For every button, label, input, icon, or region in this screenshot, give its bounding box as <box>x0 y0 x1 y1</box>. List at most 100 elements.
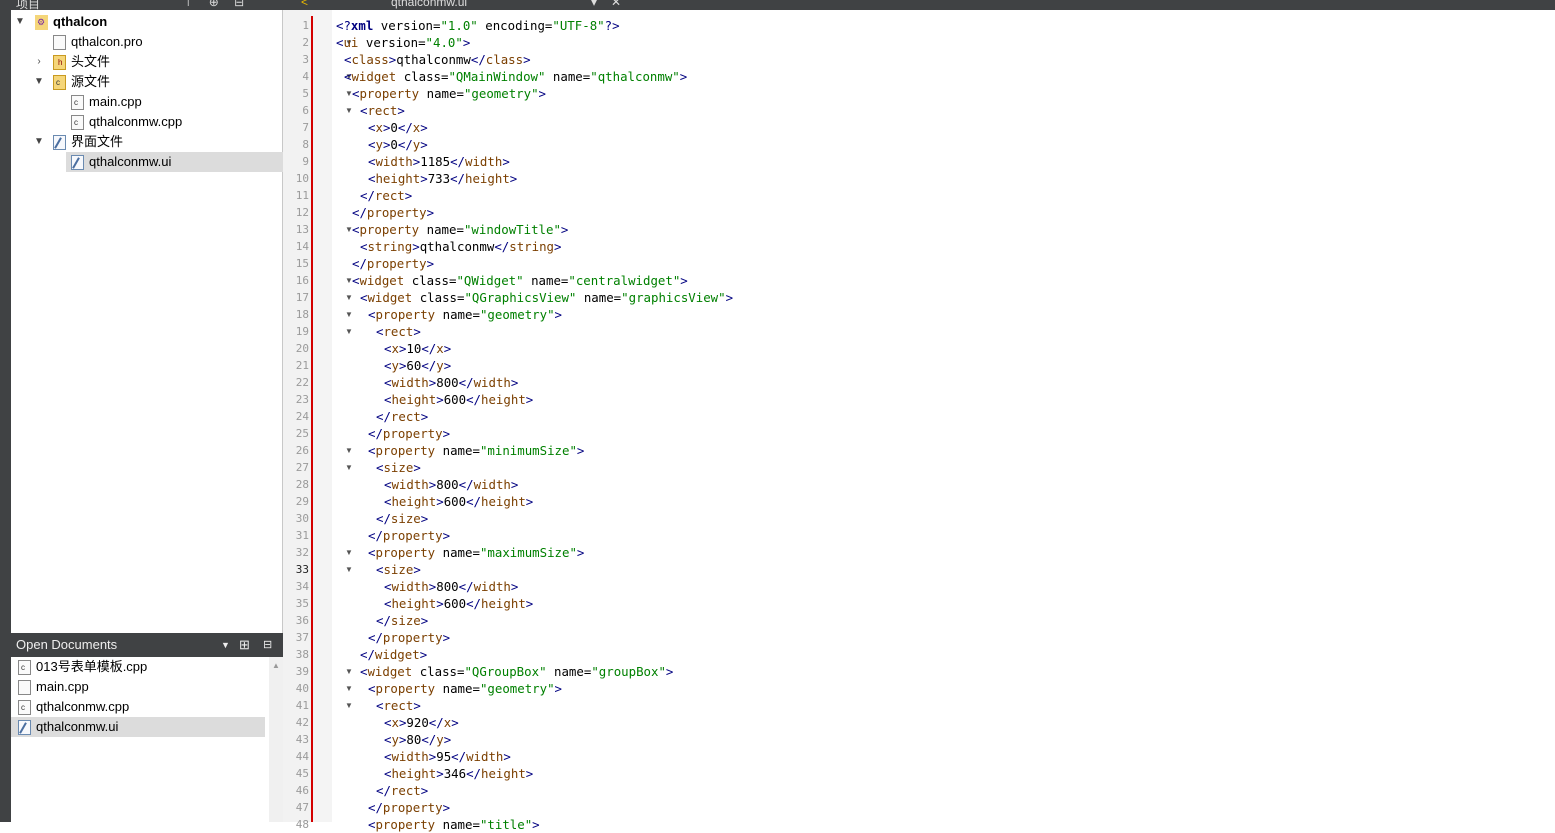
code-line[interactable]: </rect> <box>336 782 428 799</box>
line-number: 21 <box>295 359 309 372</box>
code-line[interactable]: <?xml version="1.0" encoding="UTF-8"?> <box>336 17 620 34</box>
cpp-file-icon <box>71 95 84 111</box>
mode-selector-strip[interactable] <box>0 0 11 822</box>
code-line[interactable]: <size> <box>336 561 421 578</box>
code-line[interactable]: </rect> <box>336 187 412 204</box>
code-line[interactable]: </rect> <box>336 408 428 425</box>
line-number: 6 <box>302 104 309 117</box>
line-number: 7 <box>302 121 309 134</box>
line-number: 22 <box>295 376 309 389</box>
chevron-right-icon[interactable]: › <box>33 52 45 72</box>
header-folder-icon <box>53 55 66 71</box>
code-line[interactable]: </size> <box>336 510 428 527</box>
code-line[interactable]: <class>qthalconmw</class> <box>336 51 531 68</box>
code-line[interactable]: <property name="geometry"> <box>336 680 562 697</box>
code-line[interactable]: </property> <box>336 527 450 544</box>
chevron-down-icon[interactable]: ▼ <box>14 12 26 32</box>
code-line[interactable]: <width>800</width> <box>336 578 518 595</box>
code-line[interactable]: <width>800</width> <box>336 374 518 391</box>
code-line[interactable]: <property name="geometry"> <box>336 85 546 102</box>
back-nav-icon[interactable]: < <box>301 0 308 9</box>
code-line[interactable]: <width>800</width> <box>336 476 518 493</box>
code-line[interactable]: <property name="title"> <box>336 816 540 833</box>
open-document-item[interactable]: main.cpp <box>11 677 265 697</box>
code-line[interactable]: <y>80</y> <box>336 731 451 748</box>
close-icon[interactable]: ✕ <box>611 0 621 9</box>
chevron-down-icon[interactable]: ▼ <box>33 72 45 92</box>
code-line[interactable]: <rect> <box>336 697 421 714</box>
open-document-item[interactable]: qthalconmw.cpp <box>11 697 265 717</box>
code-line[interactable]: <rect> <box>336 323 421 340</box>
line-number-gutter: 1 2 3 4 5 6 7 8 9 10 11 12 13 14 15 16 17 18 19 20 21 22 23 24 2… <box>283 10 312 831</box>
code-line[interactable]: <widget class="QGraphicsView" name="grap… <box>336 289 733 306</box>
code-line[interactable]: </widget> <box>336 646 427 663</box>
code-line[interactable]: <x>10</x> <box>336 340 451 357</box>
code-line[interactable]: <y>60</y> <box>336 357 451 374</box>
code-line[interactable]: <property name="windowTitle"> <box>336 221 568 238</box>
code-line[interactable]: </property> <box>336 799 450 816</box>
line-number: 32 <box>295 546 309 559</box>
line-number: 35 <box>295 597 309 610</box>
line-number: 28 <box>295 478 309 491</box>
code-line[interactable]: <height>600</height> <box>336 391 533 408</box>
tree-item-label: 头文件 <box>71 54 111 69</box>
project-view-label[interactable]: 项目 <box>16 0 40 10</box>
code-line[interactable]: <height>600</height> <box>336 493 533 510</box>
code-line[interactable]: </property> <box>336 204 434 221</box>
line-number: 3 <box>302 53 309 66</box>
line-number: 5 <box>302 87 309 100</box>
tree-item-main-cpp[interactable]: main.cpp <box>71 92 142 112</box>
chevron-down-icon[interactable]: ▼ <box>221 633 230 657</box>
tree-item-mw-cpp[interactable]: qthalconmw.cpp <box>71 112 182 132</box>
tree-item-pro[interactable]: qthalcon.pro <box>53 32 143 52</box>
code-line[interactable]: <y>0</y> <box>336 136 428 153</box>
code-line[interactable]: <x>0</x> <box>336 119 428 136</box>
line-number: 16 <box>295 274 309 287</box>
qt-creator-window: 项目 ⊤ ⊕ ⊟ < qthalconmw.ui ▾ ✕ ▼ qthalcon … <box>0 0 1555 832</box>
code-line[interactable]: <x>920</x> <box>336 714 459 731</box>
line-number: 48 <box>295 818 309 831</box>
code-line[interactable]: </property> <box>336 425 450 442</box>
fold-margin[interactable]: ▼ ▼ ▼ ▼ ▼ ▼ ▼ ▼ ▼ ▼ ▼ ▼ ▼ ▼ ▼ ▼ <box>312 10 353 822</box>
code-editor[interactable]: 1 2 3 4 5 6 7 8 9 10 11 12 13 14 15 16 17 18 19 20 21 22 23 24 2… <box>283 10 1555 832</box>
editor-file-tab[interactable]: qthalconmw.ui <box>391 0 467 9</box>
ui-file-icon <box>18 720 31 736</box>
file-dropdown-icon[interactable]: ▾ <box>591 0 597 9</box>
code-line[interactable]: <width>1185</width> <box>336 153 510 170</box>
line-number: 13 <box>295 223 309 236</box>
open-documents-list: 013号表单模板.cpp main.cpp qthalconmw.cpp qth… <box>11 657 283 822</box>
code-line[interactable]: <size> <box>336 459 421 476</box>
code-line[interactable]: <string>qthalconmw</string> <box>336 238 561 255</box>
line-number: 26 <box>295 444 309 457</box>
open-document-label: main.cpp <box>36 679 89 694</box>
filter-icons[interactable]: ⊤ ⊕ ⊟ <box>183 0 250 9</box>
chevron-down-icon[interactable]: ▼ <box>33 132 45 152</box>
code-line[interactable]: <ui version="4.0"> <box>336 34 470 51</box>
close-pane-icon[interactable]: ⊟ <box>263 633 272 657</box>
code-line[interactable]: <property name="geometry"> <box>336 306 562 323</box>
code-line[interactable]: <rect> <box>336 102 405 119</box>
code-line[interactable]: <height>600</height> <box>336 595 533 612</box>
code-line[interactable]: </property> <box>336 255 434 272</box>
tree-item-ui[interactable]: qthalconmw.ui <box>66 152 283 172</box>
scroll-up-icon[interactable]: ▲ <box>272 661 280 670</box>
code-line[interactable]: </size> <box>336 612 428 629</box>
open-document-item[interactable]: 013号表单模板.cpp <box>11 657 265 677</box>
code-line[interactable]: <height>733</height> <box>336 170 517 187</box>
split-icon[interactable]: ⊞ <box>239 633 250 657</box>
scrollbar[interactable]: ▲ <box>269 657 283 822</box>
code-line[interactable]: </property> <box>336 629 450 646</box>
code-line[interactable]: <property name="minimumSize"> <box>336 442 584 459</box>
line-number: 45 <box>295 767 309 780</box>
code-line[interactable]: <widget class="QGroupBox" name="groupBox… <box>336 663 673 680</box>
code-line[interactable]: <width>95</width> <box>336 748 511 765</box>
code-line[interactable]: <widget class="QMainWindow" name="qthalc… <box>336 68 687 85</box>
line-number: 27 <box>295 461 309 474</box>
code-line[interactable]: <widget class="QWidget" name="centralwid… <box>336 272 688 289</box>
line-number: 18 <box>295 308 309 321</box>
code-line[interactable]: <height>346</height> <box>336 765 533 782</box>
tree-item-label: qthalconmw.ui <box>89 154 172 169</box>
project-icon <box>35 15 48 31</box>
code-line[interactable]: <property name="maximumSize"> <box>336 544 584 561</box>
open-document-item[interactable]: qthalconmw.ui <box>11 717 265 737</box>
